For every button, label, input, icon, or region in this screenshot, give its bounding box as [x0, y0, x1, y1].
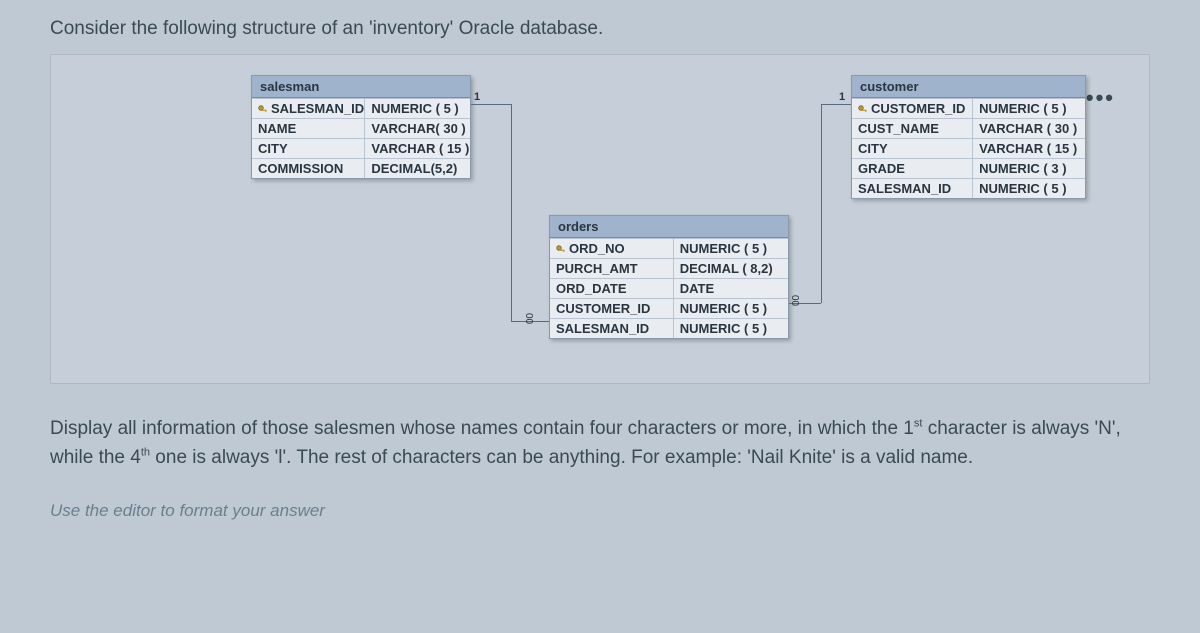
question-text: Display all information of those salesme… [50, 414, 1150, 473]
col-name: CUSTOMER_ID [550, 299, 674, 318]
col-name: ORD_NO [569, 241, 625, 256]
col-type: NUMERIC ( 5 ) [674, 239, 788, 258]
table-row: NAME VARCHAR( 30 ) [252, 118, 470, 138]
col-type: NUMERIC ( 5 ) [365, 99, 470, 118]
table-row: PURCH_AMT DECIMAL ( 8,2) [550, 258, 788, 278]
col-type: VARCHAR ( 30 ) [973, 119, 1085, 138]
key-icon [858, 105, 868, 115]
col-name: GRADE [852, 159, 973, 178]
table-row: SALESMAN_ID NUMERIC ( 5 ) [252, 98, 470, 118]
col-name: CITY [252, 139, 365, 158]
col-name: CUSTOMER_ID [871, 101, 965, 116]
cardinality-many: 00 [523, 313, 534, 324]
col-type: VARCHAR ( 15 ) [973, 139, 1085, 158]
table-row: GRADE NUMERIC ( 3 ) [852, 158, 1085, 178]
col-name: ORD_DATE [550, 279, 674, 298]
col-type: DECIMAL(5,2) [365, 159, 470, 178]
col-type: DECIMAL ( 8,2) [674, 259, 788, 278]
q-part: Display all information of those salesme… [50, 418, 914, 439]
col-type: DATE [674, 279, 788, 298]
table-row: CUSTOMER_ID NUMERIC ( 5 ) [550, 298, 788, 318]
connector-line [511, 104, 512, 321]
col-name: CITY [852, 139, 973, 158]
key-icon [556, 245, 566, 255]
cardinality-one: 1 [839, 91, 845, 103]
editor-hint[interactable]: Use the editor to format your answer [50, 501, 1150, 521]
table-customer-title: customer [852, 76, 1085, 98]
col-type: NUMERIC ( 5 ) [674, 319, 788, 338]
key-icon [258, 105, 268, 115]
col-name: NAME [252, 119, 365, 138]
col-type: NUMERIC ( 5 ) [674, 299, 788, 318]
col-name: COMMISSION [252, 159, 365, 178]
er-diagram: ••• salesman SALESMAN_ID NUMERIC ( 5 ) N… [50, 54, 1150, 384]
col-type: VARCHAR( 30 ) [365, 119, 470, 138]
col-type: NUMERIC ( 5 ) [973, 99, 1085, 118]
q-part: one is always 'l'. The rest of character… [150, 447, 973, 468]
col-type: VARCHAR ( 15 ) [365, 139, 470, 158]
cardinality-many: 00 [789, 295, 800, 306]
table-salesman: salesman SALESMAN_ID NUMERIC ( 5 ) NAME … [251, 75, 471, 179]
col-name: SALESMAN_ID [550, 319, 674, 338]
connector-line [471, 104, 511, 105]
intro-text: Consider the following structure of an '… [50, 18, 1150, 40]
table-row: ORD_NO NUMERIC ( 5 ) [550, 238, 788, 258]
col-name: CUST_NAME [852, 119, 973, 138]
table-row: COMMISSION DECIMAL(5,2) [252, 158, 470, 178]
table-row: CITY VARCHAR ( 15 ) [252, 138, 470, 158]
table-row: CUST_NAME VARCHAR ( 30 ) [852, 118, 1085, 138]
table-row: CUSTOMER_ID NUMERIC ( 5 ) [852, 98, 1085, 118]
col-name: SALESMAN_ID [852, 179, 973, 198]
q-sup: th [141, 447, 150, 459]
col-type: NUMERIC ( 3 ) [973, 159, 1085, 178]
table-row: CITY VARCHAR ( 15 ) [852, 138, 1085, 158]
more-icon[interactable]: ••• [1086, 85, 1115, 111]
table-customer: customer CUSTOMER_ID NUMERIC ( 5 ) CUST_… [851, 75, 1086, 199]
table-salesman-title: salesman [252, 76, 470, 98]
table-row: SALESMAN_ID NUMERIC ( 5 ) [550, 318, 788, 338]
table-orders: orders ORD_NO NUMERIC ( 5 ) PURCH_AMT DE… [549, 215, 789, 339]
col-name: SALESMAN_ID [271, 101, 364, 116]
col-type: NUMERIC ( 5 ) [973, 179, 1085, 198]
table-row: SALESMAN_ID NUMERIC ( 5 ) [852, 178, 1085, 198]
connector-line [821, 104, 822, 303]
col-name: PURCH_AMT [550, 259, 674, 278]
cardinality-one: 1 [474, 91, 480, 103]
table-orders-title: orders [550, 216, 788, 238]
connector-line [821, 104, 851, 105]
table-row: ORD_DATE DATE [550, 278, 788, 298]
